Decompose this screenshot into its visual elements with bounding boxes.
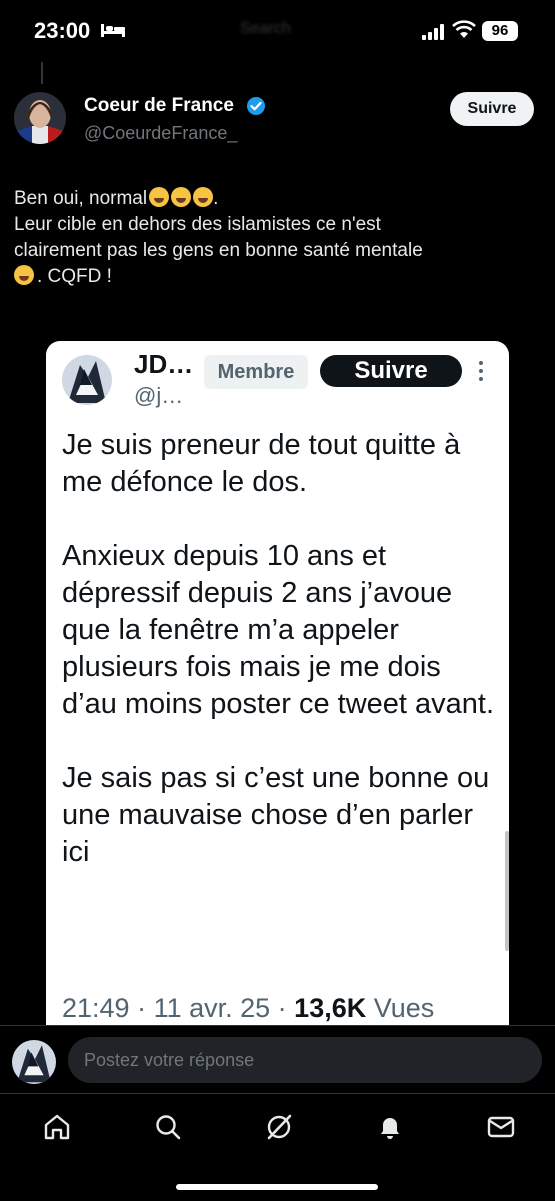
follow-button[interactable]: Suivre: [450, 92, 534, 126]
quoted-paragraph: Je suis preneur de tout quitte à me défo…: [62, 429, 461, 498]
tweet-text: Ben oui, normal. Leur cible en dehors de…: [14, 186, 534, 290]
tweet-line: Ben oui, normal: [14, 188, 148, 209]
quoted-author-avatar: [62, 355, 112, 405]
laughing-emoji-icon: [149, 187, 170, 207]
author-handle[interactable]: @CoeurdeFrance_: [84, 123, 237, 144]
quoted-views-label: Vues: [373, 993, 435, 1023]
quoted-author-name: JD…: [134, 349, 194, 379]
quoted-author-handle: @j…: [134, 383, 184, 408]
reply-bar: [0, 1025, 555, 1094]
messages-icon[interactable]: [486, 1112, 516, 1142]
face-with-hand-over-mouth-emoji-icon: [14, 265, 34, 285]
quoted-tweet-screenshot[interactable]: JD… @j… Membre Suivre Je suis preneur de…: [46, 341, 509, 1041]
status-center-text: Search: [240, 20, 291, 37]
status-time: 23:00: [34, 18, 91, 43]
quoted-views-count: 13,6K: [294, 993, 367, 1023]
tweet-line: clairement pas les gens en bonne santé m…: [14, 240, 423, 261]
notifications-icon[interactable]: [375, 1112, 405, 1142]
home-icon[interactable]: [42, 1112, 72, 1142]
status-bar: 23:00 Search 96: [0, 18, 555, 48]
author-name[interactable]: Coeur de France: [84, 95, 234, 117]
laughing-emoji-icon: [193, 187, 214, 207]
quoted-paragraph: Je sais pas si c’est une bonne ou une ma…: [62, 762, 490, 868]
wifi-icon: [452, 20, 476, 38]
quoted-tweet-meta: 21:49 · 11 avr. 25 · 13,6K Vues: [62, 993, 435, 1023]
verified-badge-icon: [247, 97, 265, 115]
laughing-emoji-icon: [171, 187, 192, 207]
scrollbar: [505, 831, 509, 951]
user-avatar[interactable]: [12, 1040, 56, 1084]
home-indicator: [176, 1184, 378, 1190]
sleep-mode-icon: [101, 24, 125, 37]
cellular-signal-icon: [422, 24, 444, 40]
more-options-icon: [479, 361, 483, 381]
tweet-line: Leur cible en dehors des islamistes ce n…: [14, 214, 381, 235]
tweet-line: . CQFD !: [37, 266, 112, 287]
quoted-tweet-body: Je suis preneur de tout quitte à me défo…: [62, 427, 502, 908]
quoted-paragraph: Anxieux depuis 10 ans et dépressif depui…: [62, 540, 495, 720]
battery-indicator: 96: [482, 21, 518, 41]
quoted-time: 21:49: [62, 993, 130, 1023]
thread-line: [41, 62, 43, 84]
member-badge: Membre: [204, 355, 308, 389]
search-icon[interactable]: [153, 1112, 183, 1142]
grok-icon[interactable]: [264, 1112, 294, 1142]
quoted-follow-button: Suivre: [320, 355, 462, 387]
author-avatar[interactable]: [14, 92, 66, 144]
quoted-date: 11 avr. 25: [153, 993, 271, 1023]
reply-input[interactable]: [68, 1037, 542, 1083]
